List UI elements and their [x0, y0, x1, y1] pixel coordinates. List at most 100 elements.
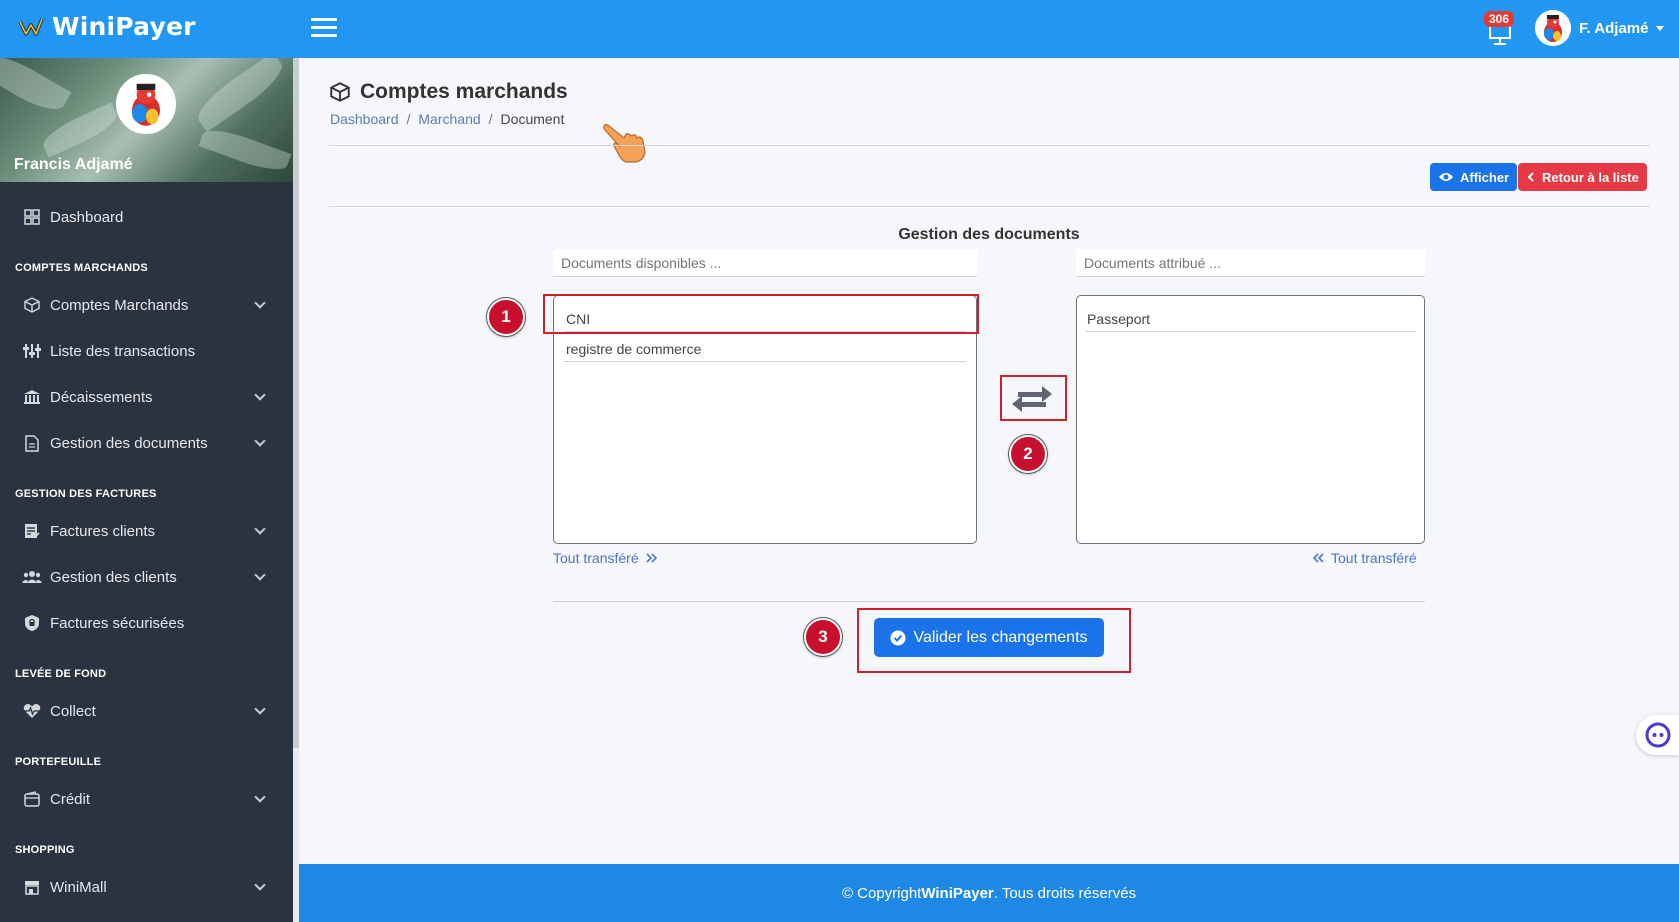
sidebar-item-collect[interactable]: Collect: [0, 688, 293, 734]
sidebar-item-factures-securisees[interactable]: Factures sécurisées: [0, 600, 293, 646]
sidebar-item-winimall[interactable]: WiniMall: [0, 864, 293, 910]
step-marker-2: 2: [1009, 435, 1047, 473]
afficher-button[interactable]: Afficher: [1430, 163, 1518, 191]
profile-avatar[interactable]: [116, 74, 176, 134]
chat-bot-icon: [1645, 722, 1671, 748]
divider: [553, 601, 1425, 602]
grid-icon: [22, 207, 42, 227]
step-marker-3: 3: [804, 618, 842, 656]
sidebar-section-portefeuille: PORTEFEUILLE: [15, 756, 102, 768]
retour-liste-button[interactable]: Retour à la liste: [1518, 163, 1647, 191]
breadcrumb: Dashboard / Marchand / Document: [330, 111, 564, 127]
sidebar-item-liste-transactions[interactable]: Liste des transactions: [0, 328, 293, 374]
sidebar-nav: Dashboard COMPTES MARCHANDS Comptes Marc…: [0, 182, 293, 910]
sidebar-item-label: Comptes Marchands: [50, 296, 189, 314]
top-navbar: WiniPayer 306 F. Adjamé: [0, 0, 1679, 58]
breadcrumb-link-dashboard[interactable]: Dashboard: [330, 111, 399, 127]
heart-pulse-icon: [22, 701, 42, 721]
page-header: Comptes marchands: [330, 80, 568, 104]
sidebar-item-gestion-clients[interactable]: Gestion des clients: [0, 554, 293, 600]
footer: © Copyright WiniPayer. Tous droits réser…: [299, 864, 1679, 922]
sidebar-item-label: Crédit: [50, 790, 91, 808]
list-item[interactable]: registre de commerce: [564, 336, 966, 362]
eye-icon: [1439, 173, 1453, 181]
hamburger-icon: [311, 18, 337, 21]
invoice-icon: [22, 521, 42, 541]
brand-logo-icon: [18, 17, 44, 36]
scrollbar-thumb[interactable]: [293, 58, 299, 748]
list-item[interactable]: Passeport: [1085, 306, 1416, 332]
avatar: [1535, 10, 1571, 46]
sidebar-item-label: Collect: [50, 702, 96, 720]
footer-brand: WiniPayer: [921, 884, 994, 902]
breadcrumb-current: Document: [500, 111, 565, 127]
sidebar-item-decaissements[interactable]: Décaissements: [0, 374, 293, 420]
sidebar-item-gestion-documents[interactable]: Gestion des documents: [0, 420, 293, 466]
breadcrumb-separator: /: [406, 111, 411, 127]
chevron-down-icon: [254, 791, 266, 803]
sidebar-item-label: Dashboard: [50, 208, 124, 226]
chat-widget-button[interactable]: [1636, 715, 1679, 755]
chevron-down-icon: [254, 879, 266, 891]
background-leaf: [191, 58, 289, 133]
chevron-down-icon: [254, 297, 266, 309]
available-documents-filter-input[interactable]: [553, 249, 977, 277]
sidebar-section-factures: GESTION DES FACTURES: [15, 488, 157, 500]
hand-pointer-icon: [603, 123, 646, 163]
wallet-icon: [22, 789, 42, 809]
document-icon: [22, 433, 42, 453]
sidebar-item-credit[interactable]: Crédit: [0, 776, 293, 822]
box-icon: [330, 82, 350, 102]
chevron-down-icon: [254, 435, 266, 447]
transfer-all-right-link[interactable]: Tout transféré: [553, 550, 659, 566]
profile-name: Francis Adjamé: [14, 156, 133, 173]
parrot-avatar-icon: [1535, 10, 1571, 46]
breadcrumb-link-marchand[interactable]: Marchand: [418, 111, 480, 127]
divider: [329, 206, 1650, 207]
breadcrumb-separator: /: [488, 111, 493, 127]
sidebar-item-comptes-marchands[interactable]: Comptes Marchands: [0, 282, 293, 328]
sidebar-section-comptes: COMPTES MARCHANDS: [15, 262, 148, 274]
store-icon: [22, 877, 42, 897]
sidebar-section-shopping: SHOPPING: [15, 844, 75, 856]
assigned-documents-list[interactable]: Passeport: [1076, 295, 1425, 544]
sidebar-item-label: Liste des transactions: [50, 342, 196, 360]
assigned-documents-filter-input[interactable]: [1076, 249, 1425, 277]
sidebar-item-label: Factures sécurisées: [50, 614, 185, 632]
sidebar-item-label: Gestion des documents: [50, 434, 208, 452]
sliders-icon: [22, 341, 42, 361]
user-menu[interactable]: F. Adjamé: [1535, 10, 1665, 46]
chevron-down-icon: [254, 523, 266, 535]
chevron-down-icon: [254, 389, 266, 401]
sidebar-item-dashboard[interactable]: Dashboard: [0, 194, 293, 240]
sidebar: Francis Adjamé Dashboard COMPTES MARCHAN…: [0, 58, 293, 922]
sidebar-item-label: Décaissements: [50, 388, 153, 406]
sidebar-item-label: WiniMall: [50, 878, 107, 896]
transfer-all-right-label: Tout transféré: [553, 550, 639, 566]
sidebar-section-levee: LEVÉE DE FOND: [15, 668, 107, 680]
user-name: F. Adjamé: [1579, 19, 1649, 37]
highlight-box-step-2: [1000, 375, 1067, 421]
presentation-board-icon: [1489, 25, 1511, 45]
menu-toggle-button[interactable]: [311, 18, 337, 40]
footer-suffix: . Tous droits réservés: [993, 884, 1137, 902]
chevron-left-icon: [1527, 172, 1534, 182]
notification-count-badge: 306: [1484, 11, 1515, 27]
sidebar-scrollbar[interactable]: [293, 58, 299, 922]
users-icon: [22, 567, 42, 587]
parrot-avatar-icon: [118, 76, 174, 132]
sidebar-item-factures-clients[interactable]: Factures clients: [0, 508, 293, 554]
brand[interactable]: WiniPayer: [18, 12, 196, 41]
footer-prefix: © Copyright: [841, 884, 922, 902]
double-chevron-left-icon: [1312, 553, 1324, 563]
transfer-all-left-link[interactable]: Tout transféré: [1311, 550, 1417, 566]
chevron-down-icon: [254, 569, 266, 581]
box-icon: [22, 295, 42, 315]
notifications-button[interactable]: 306: [1484, 11, 1518, 48]
highlight-box-step-1: [543, 294, 979, 334]
sidebar-item-label: Gestion des clients: [50, 568, 177, 586]
transfer-all-left-label: Tout transféré: [1331, 550, 1417, 566]
step-marker-1: 1: [487, 298, 525, 336]
section-title: Gestion des documents: [898, 226, 1080, 243]
highlight-box-step-3: [857, 608, 1131, 673]
